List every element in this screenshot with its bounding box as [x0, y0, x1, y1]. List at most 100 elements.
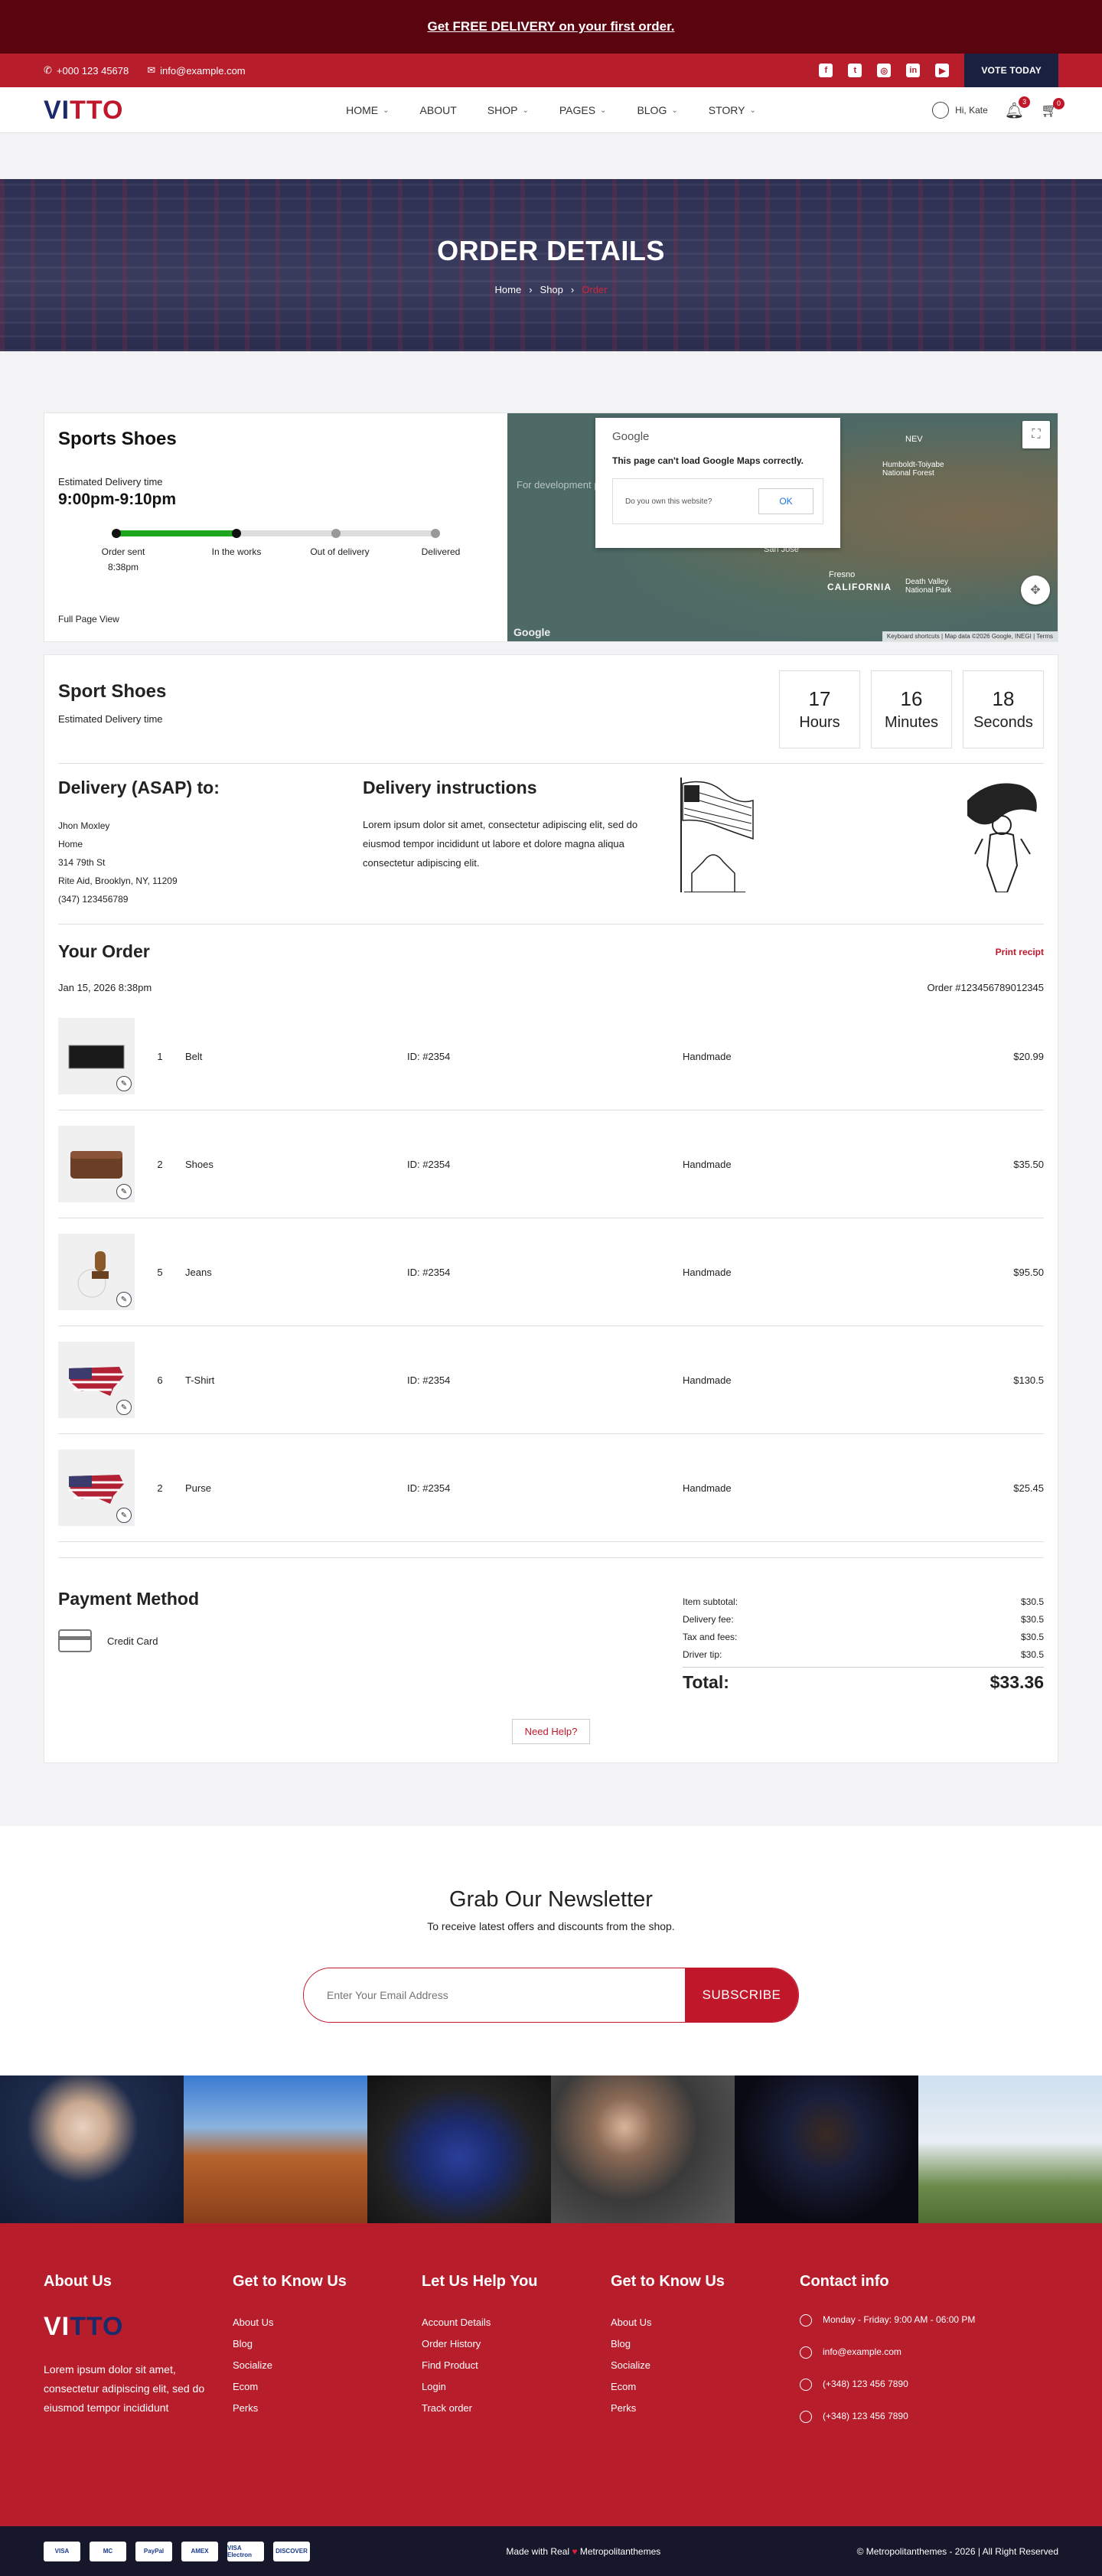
footer-link[interactable]: Track order — [422, 2398, 611, 2419]
top-bar: ✆ +000 123 45678 ✉ info@example.com f t ◎ … — [0, 54, 1102, 87]
nav-story[interactable]: STORY ⌄ — [709, 104, 756, 116]
gallery-image-passport[interactable] — [367, 2075, 551, 2223]
chevron-down-icon: ⌄ — [522, 106, 529, 115]
product-image[interactable]: ✎ — [58, 1018, 135, 1094]
order-number: Order #123456789012345 — [927, 982, 1044, 993]
account-menu[interactable]: Hi, Kate — [932, 102, 988, 119]
footer-contact-title: Contact info — [800, 2273, 889, 2290]
footer-link[interactable]: Socialize — [611, 2355, 800, 2376]
nav-pages[interactable]: PAGES ⌄ — [559, 104, 607, 116]
edit-icon[interactable]: ✎ — [116, 1184, 132, 1199]
contact-email[interactable]: info@example.com — [800, 2344, 976, 2359]
pan-control-icon[interactable]: ✥ — [1021, 576, 1050, 605]
newsletter-email-input[interactable] — [304, 1968, 685, 2022]
gallery-image-rushmore[interactable] — [184, 2075, 367, 2223]
footer-link[interactable]: Ecom — [611, 2376, 800, 2398]
product-image[interactable]: ✎ — [58, 1449, 135, 1526]
logo[interactable]: VITTO — [44, 96, 266, 126]
nav-home[interactable]: HOME ⌄ — [346, 104, 389, 116]
edit-icon[interactable]: ✎ — [116, 1076, 132, 1091]
gallery-image-flag[interactable] — [918, 2075, 1102, 2223]
edit-icon[interactable]: ✎ — [116, 1508, 132, 1523]
gallery-image-speaker[interactable] — [551, 2075, 735, 2223]
footer-link[interactable]: Socialize — [233, 2355, 422, 2376]
contact-text: (+348) 123 456 7890 — [823, 2411, 908, 2421]
promo-link[interactable]: Get FREE DELIVERY on your first order. — [427, 19, 674, 34]
breadcrumb-shop[interactable]: Shop — [540, 284, 563, 295]
twitter-icon[interactable]: t — [848, 64, 862, 77]
order-title: Sport Shoes — [58, 681, 167, 702]
subscribe-button[interactable]: SUBSCRIBE — [685, 1968, 798, 2022]
product-image[interactable]: ✎ — [58, 1234, 135, 1310]
order-summary: Item subtotal: $30.5 Delivery fee: $30.5 T… — [683, 1593, 1044, 1693]
cart-button[interactable]: 🛒︎ 0 — [1041, 97, 1065, 119]
order-item-row[interactable]: ✎ 2 Purse ID: #2354 Handmade $25.45 — [58, 1434, 1044, 1542]
youtube-icon[interactable]: ▶ — [935, 64, 950, 77]
step-in-works: In the works — [211, 546, 262, 557]
nav-shop[interactable]: SHOP ⌄ — [487, 104, 529, 116]
credit-card-icon — [58, 1629, 92, 1652]
order-item-row[interactable]: ✎ 5 Jeans ID: #2354 Handmade $95.50 — [58, 1218, 1044, 1326]
footer-link[interactable]: About Us — [233, 2312, 422, 2333]
footer-link[interactable]: Login — [422, 2376, 611, 2398]
footer-logo[interactable]: VITTO — [44, 2312, 233, 2342]
item-id: ID: #2354 — [407, 1266, 451, 1278]
footer-about-text: Lorem ipsum dolor sit amet, consectetur … — [44, 2363, 205, 2414]
item-type: Handmade — [683, 1374, 732, 1386]
step-dot — [331, 529, 341, 538]
footer-link[interactable]: Order History — [422, 2333, 611, 2355]
order-item-row[interactable]: ✎ 2 Shoes ID: #2354 Handmade $35.50 — [58, 1110, 1044, 1218]
product-image[interactable]: ✎ — [58, 1126, 135, 1202]
footer-col-title: Get to Know Us — [611, 2273, 725, 2290]
product-image[interactable]: ✎ — [58, 1342, 135, 1418]
need-help-button[interactable]: Need Help? — [511, 1719, 591, 1744]
nav-about[interactable]: ABOUT — [420, 104, 457, 116]
nav-label: PAGES — [559, 104, 596, 116]
made-with-brand[interactable]: Metropolitanthemes — [580, 2546, 660, 2557]
gallery-image-portrait[interactable] — [0, 2075, 184, 2223]
google-logo: Google — [612, 430, 650, 443]
email-text: info@example.com — [160, 64, 246, 77]
footer-link[interactable]: Blog — [611, 2333, 800, 2355]
facebook-icon[interactable]: f — [819, 64, 833, 77]
footer-link[interactable]: About Us — [611, 2312, 800, 2333]
address-line: Jhon Moxley — [58, 820, 110, 831]
fullscreen-icon[interactable]: ⛶ — [1022, 421, 1050, 448]
order-item-row[interactable]: ✎ 1 Belt ID: #2354 Handmade $20.99 — [58, 1003, 1044, 1110]
footer-about-title: About Us — [44, 2273, 112, 2290]
notifications-button[interactable]: 🔔︎ 3 — [1005, 96, 1031, 120]
newsletter-subtitle: To receive latest offers and discounts f… — [427, 1920, 675, 1932]
vote-button[interactable]: VOTE TODAY — [964, 54, 1058, 87]
notification-badge: 3 — [1019, 96, 1031, 108]
footer-link[interactable]: Perks — [611, 2398, 800, 2419]
item-id: ID: #2354 — [407, 1050, 451, 1062]
user-icon — [932, 102, 950, 119]
footer-link[interactable]: Account Details — [422, 2312, 611, 2333]
map-error-message: This page can't load Google Maps correct… — [612, 455, 804, 466]
order-item-row[interactable]: ✎ 6 T-Shirt ID: #2354 Handmade $130.5 — [58, 1326, 1044, 1434]
step-dot — [112, 529, 121, 538]
email[interactable]: ✉ info@example.com — [147, 64, 245, 77]
instagram-icon[interactable]: ◎ — [877, 64, 892, 77]
contact-phone[interactable]: (+348) 123 456 7890 — [800, 2376, 976, 2392]
phone[interactable]: ✆ +000 123 45678 — [44, 64, 129, 77]
linkedin-icon[interactable]: in — [906, 64, 921, 77]
nav-blog[interactable]: BLOG ⌄ — [637, 104, 677, 116]
edit-icon[interactable]: ✎ — [116, 1292, 132, 1307]
edit-icon[interactable]: ✎ — [116, 1400, 132, 1415]
gallery-image-soldier[interactable] — [735, 2075, 918, 2223]
full-page-view-link[interactable]: Full Page View — [58, 614, 119, 624]
item-price: $130.5 — [1013, 1374, 1044, 1386]
print-receipt-link[interactable]: Print recipt — [996, 947, 1044, 957]
breadcrumb-home[interactable]: Home — [495, 284, 522, 295]
footer-link[interactable]: Perks — [233, 2398, 422, 2419]
phone-text: +000 123 45678 — [56, 64, 129, 77]
map-ok-button[interactable]: OK — [758, 488, 813, 514]
map-label: Death Valley National Park — [905, 578, 952, 595]
footer-link[interactable]: Ecom — [233, 2376, 422, 2398]
footer-link[interactable]: Blog — [233, 2333, 422, 2355]
footer-link[interactable]: Find Product — [422, 2355, 611, 2376]
map[interactable]: For development purposes only NEV Humbol… — [507, 413, 1058, 641]
user-greeting: Hi, Kate — [955, 105, 988, 116]
order-items: ✎ 1 Belt ID: #2354 Handmade $20.99 ✎ 2 Sh… — [58, 1003, 1044, 1542]
